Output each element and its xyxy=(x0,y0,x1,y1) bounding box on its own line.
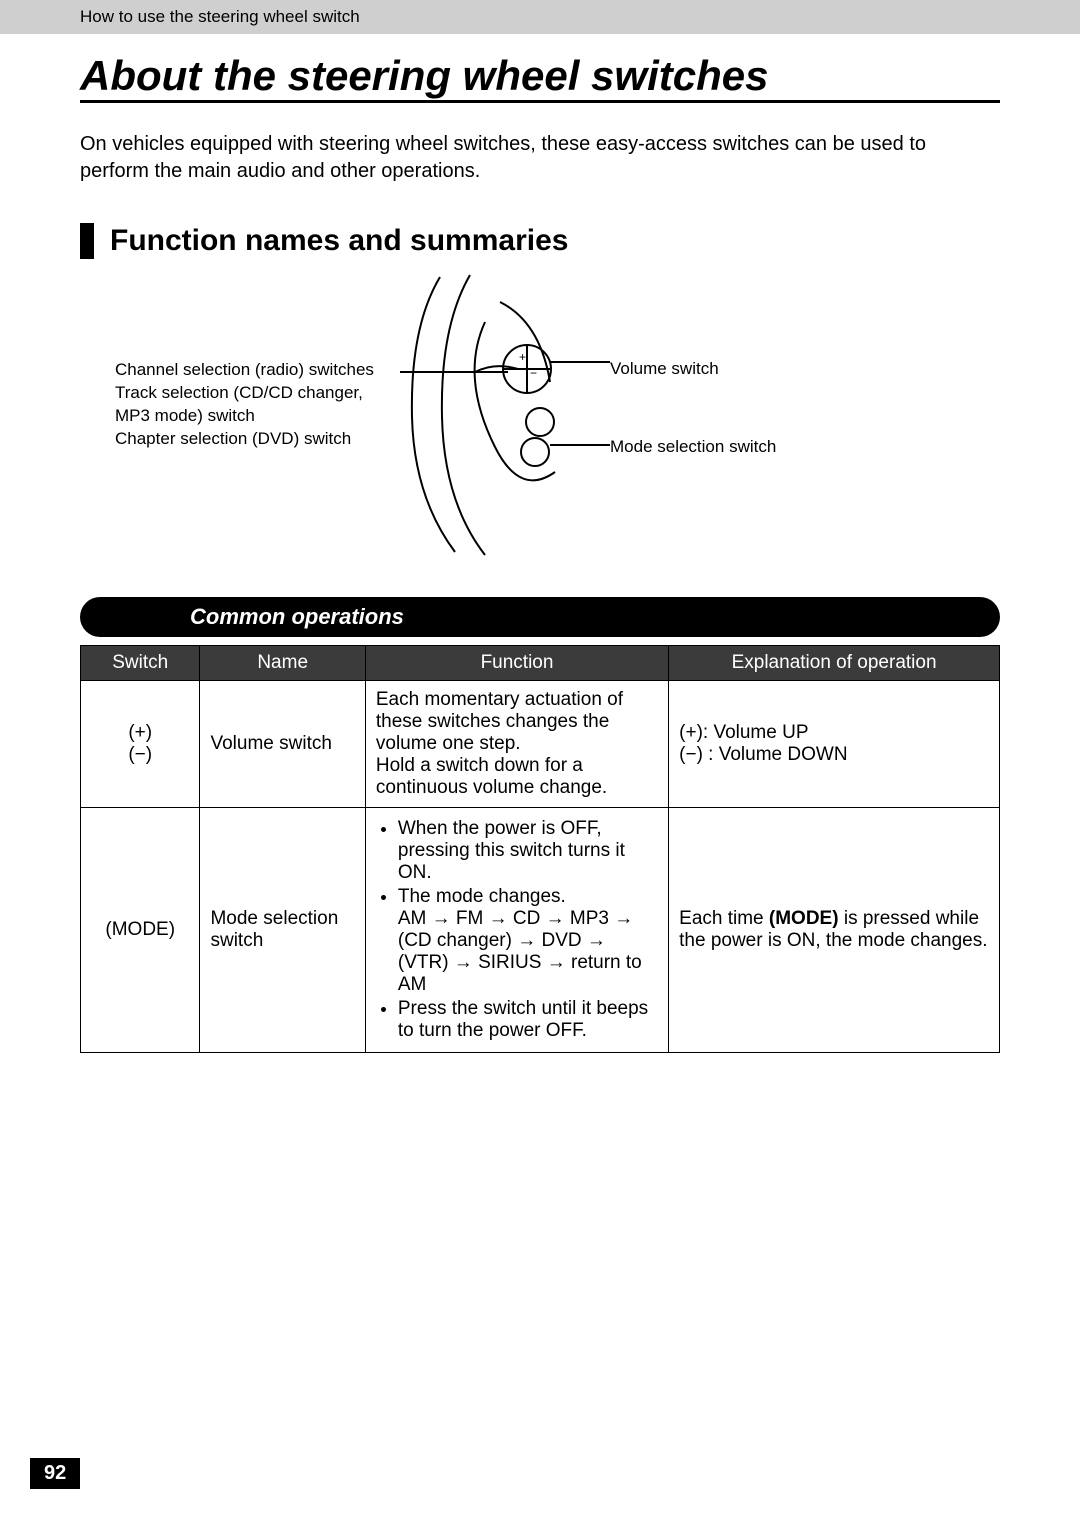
th-switch: Switch xyxy=(81,646,200,681)
table-row: (MODE) Mode selection switch When the po… xyxy=(81,808,1000,1053)
th-explanation: Explanation of operation xyxy=(669,646,1000,681)
func-bullet: Press the switch until it beeps to turn … xyxy=(398,998,658,1042)
exp-l1: (+): Volume UP xyxy=(679,722,808,743)
cell-explanation: Each time (MODE) is pressed while the po… xyxy=(669,808,1000,1053)
callout-left-l2: Track selection (CD/CD changer, xyxy=(115,383,363,402)
section-heading: Function names and summaries xyxy=(110,224,568,258)
intro-text: On vehicles equipped with steering wheel… xyxy=(80,131,1000,185)
operations-table: Switch Name Function Explanation of oper… xyxy=(80,645,1000,1053)
cell-explanation: (+): Volume UP (−) : Volume DOWN xyxy=(669,681,1000,808)
exp-pre: Each time xyxy=(679,908,769,929)
subsection-label: Common operations xyxy=(190,604,404,630)
cell-switch: (+)(−) xyxy=(81,681,200,808)
callout-left-l4: Chapter selection (DVD) switch xyxy=(115,429,351,448)
callout-left-l1: Channel selection (radio) switches xyxy=(115,360,374,379)
steering-wheel-icon: + − xyxy=(400,267,620,557)
section-bar-icon xyxy=(80,223,94,259)
func-bullet: The mode changes. AM → FM → CD → MP3 → (… xyxy=(398,886,658,996)
table-row: (+)(−) Volume switch Each momentary actu… xyxy=(81,681,1000,808)
cell-switch: (MODE) xyxy=(81,808,200,1053)
callout-left: Channel selection (radio) switches Track… xyxy=(115,359,415,451)
callout-volume: Volume switch xyxy=(610,359,719,379)
th-name: Name xyxy=(200,646,365,681)
cell-name: Mode selection switch xyxy=(200,808,365,1053)
breadcrumb: How to use the steering wheel switch xyxy=(80,7,360,27)
cell-function: When the power is OFF, pressing this swi… xyxy=(365,808,668,1053)
table-header-row: Switch Name Function Explanation of oper… xyxy=(81,646,1000,681)
cell-function: Each momentary actuation of these switch… xyxy=(365,681,668,808)
cell-name: Volume switch xyxy=(200,681,365,808)
callout-left-l3: MP3 mode) switch xyxy=(115,406,255,425)
func-b2a: The mode changes. xyxy=(398,886,566,907)
svg-text:−: − xyxy=(530,366,537,380)
steering-wheel-diagram: + − Channel selection (radio) switches T… xyxy=(80,267,1000,567)
callout-mode: Mode selection switch xyxy=(610,437,776,457)
page-number: 92 xyxy=(30,1458,80,1489)
exp-bold: (MODE) xyxy=(769,908,839,929)
svg-text:+: + xyxy=(519,350,526,364)
func-bullet: When the power is OFF, pressing this swi… xyxy=(398,818,658,884)
th-function: Function xyxy=(365,646,668,681)
page-title: About the steering wheel switches xyxy=(80,52,1000,103)
exp-l2: (−) : Volume DOWN xyxy=(679,744,847,765)
subsection-pill: Common operations xyxy=(80,597,1000,637)
func-b2b: AM → FM → CD → MP3 → (CD changer) → DVD … xyxy=(398,908,642,995)
